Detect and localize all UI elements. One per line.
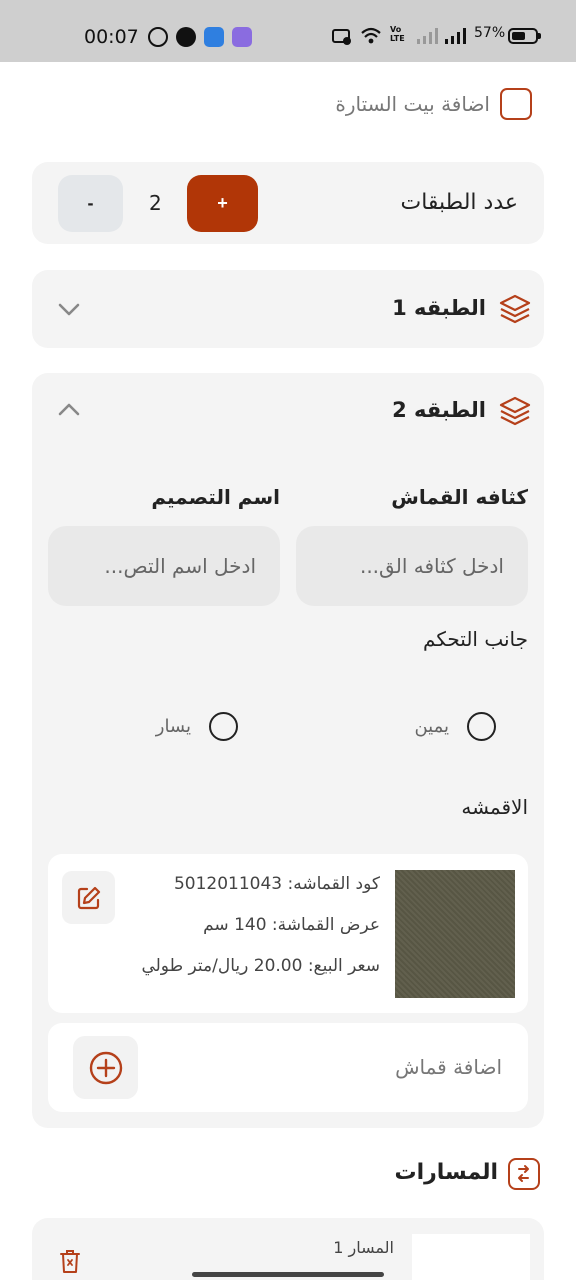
control-side-right-option[interactable]: يمين xyxy=(414,712,496,741)
chevron-up-icon[interactable] xyxy=(56,397,82,423)
network-label: Vo LTE xyxy=(390,25,405,43)
track-item[interactable]: المسار 1 xyxy=(32,1218,544,1280)
add-curtain-house-label: اضافة بيت الستارة xyxy=(335,92,490,116)
status-bar: 00:07 Vo LTE 57% xyxy=(0,0,576,62)
status-time: 00:07 xyxy=(84,26,139,48)
radio-right[interactable] xyxy=(467,712,496,741)
fabric-price: سعر البيع: 20.00 ريال/متر طولي xyxy=(141,956,380,976)
fabrics-label: الاقمشه xyxy=(461,795,528,819)
track-thumbnail xyxy=(412,1234,530,1280)
app-screen: 00:07 Vo LTE 57% اضافة بيت الستارة عدد ا… xyxy=(0,0,576,1280)
swap-icon xyxy=(508,1158,540,1190)
add-curtain-house-checkbox[interactable] xyxy=(500,88,532,120)
fabric-code: كود القماشه: 5012011043 xyxy=(173,874,380,894)
screen-cast-icon xyxy=(332,29,351,45)
add-fabric-button[interactable] xyxy=(73,1036,138,1099)
layers-icon xyxy=(499,396,531,426)
fabric-density-label: كثافه القماش xyxy=(391,485,528,509)
edit-icon xyxy=(77,886,100,909)
control-side-label: جانب التحكم xyxy=(423,627,528,651)
layer-1-title: الطبقه 1 xyxy=(392,296,486,320)
layer-2-accordion: الطبقه 2 كثافه القماش اسم التصميم جانب ا… xyxy=(32,373,544,1128)
weather-app-icon xyxy=(232,27,252,47)
fabric-item: كود القماشه: 5012011043 عرض القماشة: 140… xyxy=(48,854,528,1013)
plus-circle-icon xyxy=(89,1051,122,1084)
battery-fill xyxy=(512,32,525,40)
messenger-icon xyxy=(176,27,196,47)
design-name-label: اسم التصميم xyxy=(151,485,280,509)
whatsapp-icon xyxy=(148,27,168,47)
layer-count-card: عدد الطبقات + 2 - xyxy=(32,162,544,244)
fabric-swatch-image xyxy=(395,870,515,998)
wifi-icon xyxy=(361,27,381,44)
layer-1-accordion[interactable]: الطبقه 1 xyxy=(32,270,544,348)
signal-1-icon xyxy=(417,28,438,44)
decrease-layers-button[interactable]: - xyxy=(58,175,123,232)
tracks-title: المسارات xyxy=(394,1160,498,1185)
battery-icon xyxy=(508,28,541,44)
trash-icon[interactable] xyxy=(58,1248,82,1274)
fabric-density-input[interactable] xyxy=(296,526,528,606)
signal-2-icon xyxy=(445,28,466,44)
chevron-down-icon[interactable] xyxy=(56,296,82,322)
home-indicator[interactable] xyxy=(192,1272,384,1277)
radio-right-label: يمين xyxy=(414,716,449,737)
radio-left-label: يسار xyxy=(155,716,191,737)
increase-layers-button[interactable]: + xyxy=(187,175,258,232)
control-side-left-option[interactable]: يسار xyxy=(156,712,238,741)
add-curtain-house-option[interactable]: اضافة بيت الستارة xyxy=(335,88,532,120)
layer-count-label: عدد الطبقات xyxy=(400,190,518,215)
radio-left[interactable] xyxy=(209,712,238,741)
add-fabric-row[interactable]: اضافة قماش xyxy=(48,1023,528,1112)
layer-2-title: الطبقه 2 xyxy=(392,398,486,422)
track-name: المسار 1 xyxy=(333,1238,394,1257)
design-name-input[interactable] xyxy=(48,526,280,606)
battery-percent: 57% xyxy=(474,25,506,41)
add-fabric-label: اضافة قماش xyxy=(395,1055,502,1079)
edit-fabric-button[interactable] xyxy=(62,871,115,924)
layers-icon xyxy=(499,294,531,324)
fabric-width: عرض القماشة: 140 سم xyxy=(203,915,380,935)
app-notification-icon xyxy=(204,27,224,47)
layer-count-value: 2 xyxy=(149,191,162,215)
